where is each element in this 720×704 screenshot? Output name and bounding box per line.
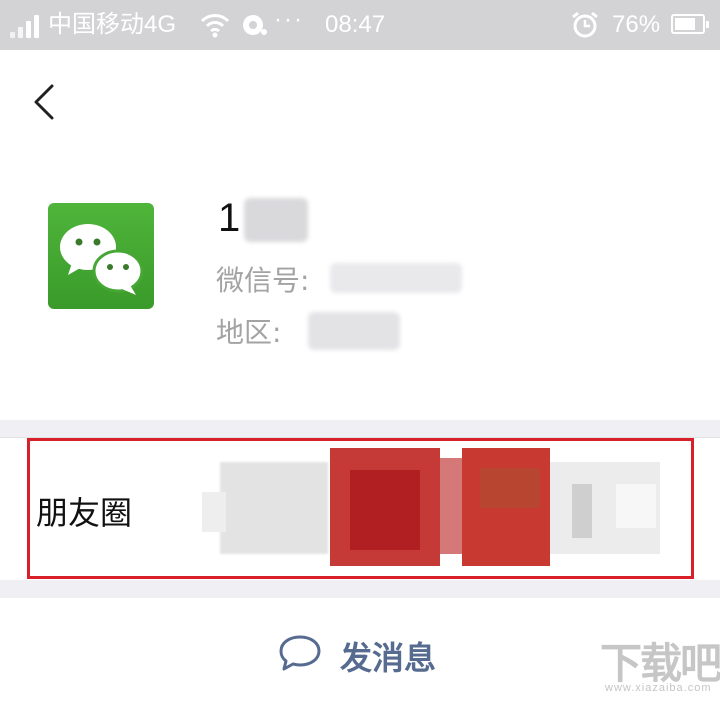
status-bar: 中国移动4G ··· 08:47 76%: [0, 0, 720, 50]
signal-icon: [10, 14, 44, 38]
name-redacted: [244, 198, 308, 242]
watermark-url: www.xiazaiba.com: [605, 682, 712, 694]
region-label: 地区:: [216, 316, 282, 349]
contact-name: 1: [218, 196, 241, 240]
alarm-icon: [572, 11, 598, 38]
back-button[interactable]: [26, 80, 66, 124]
section-divider: [0, 580, 720, 598]
battery-percent: 76%: [612, 11, 661, 38]
carrier-label: 中国移动4G: [48, 11, 177, 38]
wechat-avatar-icon[interactable]: [48, 203, 154, 309]
message-notification-icon: [243, 15, 267, 35]
send-message-label: 发消息: [340, 639, 437, 677]
wechat-id-label: 微信号:: [216, 264, 310, 297]
wechat-logo-icon: [60, 224, 144, 295]
wechat-id-redacted: [330, 263, 462, 293]
region-redacted: [308, 312, 400, 350]
highlight-box: [27, 438, 694, 579]
section-divider: [0, 420, 720, 437]
chat-bubble-icon: [279, 635, 321, 671]
more-notifications-icon: ···: [274, 6, 304, 33]
wifi-icon: [200, 14, 230, 38]
battery-icon: [671, 14, 709, 34]
clock: 08:47: [325, 11, 386, 38]
